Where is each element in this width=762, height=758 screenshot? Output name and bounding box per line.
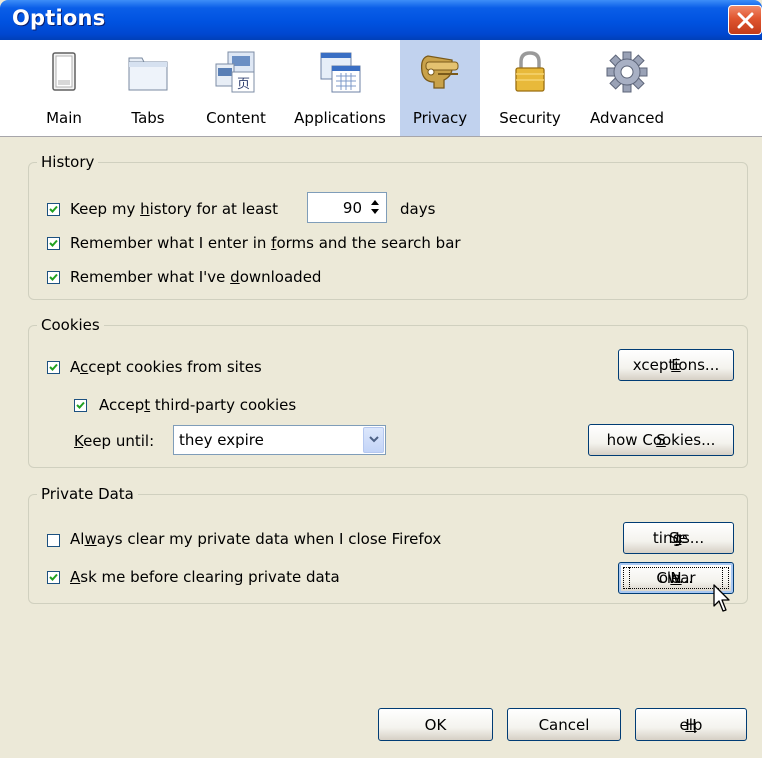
cancel-button-label: Cancel: [538, 716, 590, 734]
title-bar[interactable]: Options: [0, 0, 762, 40]
tab-privacy-label: Privacy: [412, 109, 468, 127]
accept-third-party-checkbox[interactable]: [74, 399, 87, 412]
checkmark-icon: [76, 401, 85, 409]
tab-advanced-label: Advanced: [589, 109, 665, 127]
keep-until-select[interactable]: they expire: [173, 425, 386, 455]
tab-security[interactable]: Security: [492, 40, 568, 136]
always-clear-checkbox[interactable]: [47, 534, 60, 547]
tab-security-label: Security: [499, 109, 561, 127]
applications-icon: [320, 52, 361, 93]
ask-before-clearing-label: Ask me before clearing private data: [70, 568, 340, 586]
show-cookies-button[interactable]: Show Cookies...: [588, 424, 734, 456]
close-icon: [737, 12, 754, 29]
remember-downloads-label: Remember what I've downloaded: [70, 268, 322, 286]
keep-history-checkbox[interactable]: [47, 203, 60, 216]
help-button[interactable]: Help: [635, 708, 747, 741]
cookies-group: Cookies Accept cookies from sites Except…: [28, 316, 748, 468]
show-cookies-button-label: Show Cookies...: [606, 431, 716, 449]
history-days-value: 90: [342, 199, 362, 217]
cancel-button[interactable]: Cancel: [507, 708, 621, 741]
chevron-down-icon: [369, 436, 379, 443]
checkmark-icon: [49, 239, 58, 247]
tabs-icon: [128, 57, 168, 91]
tab-advanced[interactable]: Advanced: [582, 40, 672, 136]
history-days-spinner[interactable]: 90: [307, 192, 387, 223]
spinner-arrows-icon[interactable]: [368, 196, 382, 218]
tab-privacy[interactable]: Privacy: [400, 40, 480, 136]
tab-main[interactable]: Main: [38, 40, 90, 136]
ok-button[interactable]: OK: [378, 708, 493, 741]
private-data-legend: Private Data: [37, 485, 138, 503]
accept-cookies-label: Accept cookies from sites: [70, 358, 262, 376]
tab-applications[interactable]: Applications: [290, 40, 390, 136]
exceptions-button-label: Exceptions...: [632, 356, 720, 374]
ok-button-label: OK: [424, 716, 447, 734]
checkmark-icon: [49, 273, 58, 281]
svg-text:页: 页: [237, 77, 250, 92]
remember-forms-checkbox[interactable]: [47, 237, 60, 250]
keep-history-label: Keep my history for at least: [70, 200, 278, 218]
checkmark-icon: [49, 363, 58, 371]
help-button-label: Help: [679, 716, 703, 734]
window-title: Options: [12, 6, 106, 30]
tab-content-label: Content: [206, 109, 266, 127]
keep-until-label: Keep until:: [74, 432, 155, 450]
ask-before-clearing-checkbox[interactable]: [47, 571, 60, 584]
cookies-legend: Cookies: [37, 316, 104, 334]
private-data-group: Private Data Always clear my private dat…: [28, 485, 748, 604]
advanced-icon: [606, 51, 648, 93]
clear-now-button-label: Clear Now...: [623, 567, 729, 589]
checkmark-icon: [49, 573, 58, 581]
accept-cookies-checkbox[interactable]: [47, 361, 60, 374]
settings-button[interactable]: Se t tings...: [623, 522, 734, 554]
tab-tabs-label: Tabs: [131, 109, 165, 127]
always-clear-label: Always clear my private data when I clos…: [70, 530, 442, 548]
tab-applications-label: Applications: [294, 109, 386, 127]
history-group: History Keep my history for at least 90 …: [28, 153, 748, 300]
checkmark-icon: [49, 205, 58, 213]
tab-content[interactable]: 页 Content: [200, 40, 272, 136]
security-icon: [515, 51, 545, 92]
remember-downloads-checkbox[interactable]: [47, 271, 60, 284]
tab-tabs[interactable]: Tabs: [122, 40, 174, 136]
close-button[interactable]: [728, 5, 762, 35]
history-legend: History: [37, 153, 99, 171]
options-dialog: Options Main Tabs 页 Content Applications…: [0, 0, 762, 758]
privacy-icon: [420, 55, 459, 89]
accept-third-party-label: Accept third-party cookies: [99, 396, 297, 414]
content-icon: 页: [215, 51, 255, 93]
main-icon: [52, 52, 76, 91]
history-days-label: days: [400, 200, 436, 218]
dropdown-arrow-button[interactable]: [363, 427, 384, 453]
mouse-cursor-icon: [713, 584, 730, 612]
category-toolbar: Main Tabs 页 Content Applications Privacy…: [0, 40, 762, 137]
exceptions-button[interactable]: Exceptions...: [618, 349, 734, 381]
keep-until-value: they expire: [179, 431, 264, 449]
remember-forms-label: Remember what I enter in forms and the s…: [70, 234, 461, 252]
tab-main-label: Main: [46, 109, 82, 127]
settings-button-label: Se t tings...: [652, 529, 705, 547]
